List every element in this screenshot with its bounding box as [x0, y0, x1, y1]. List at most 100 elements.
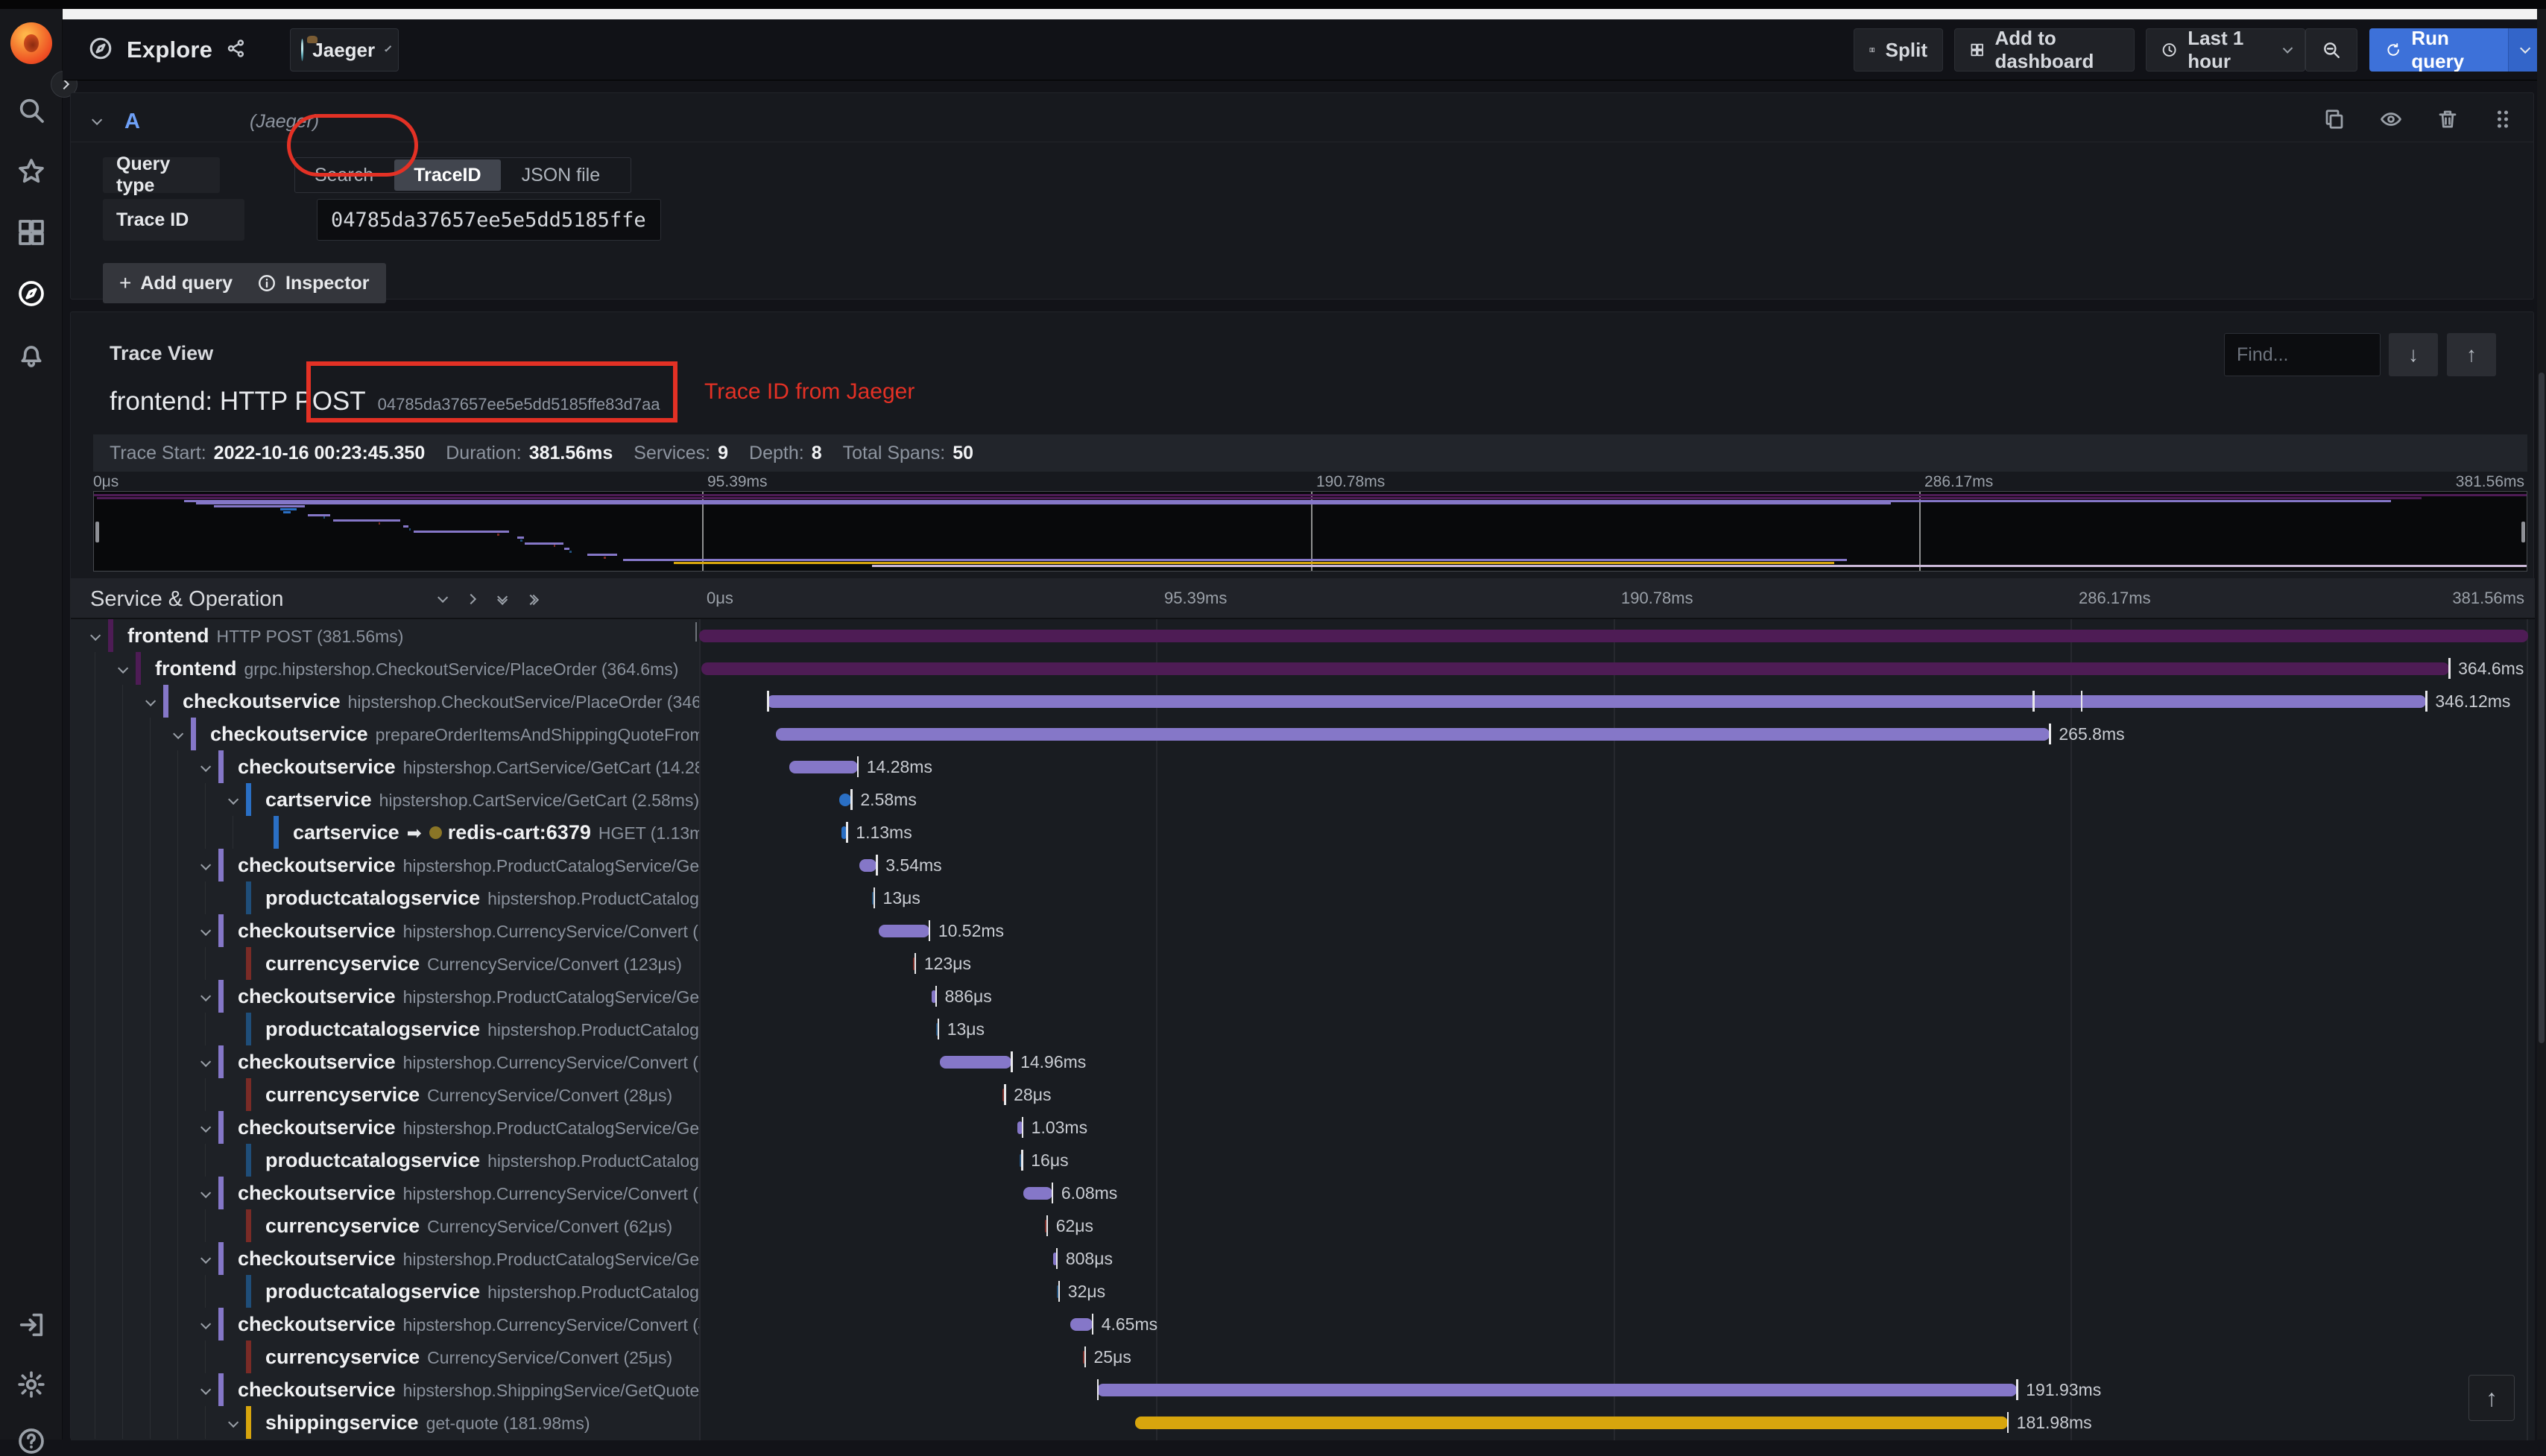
span-row-label[interactable]: checkoutservice hipstershop.ProductCatalo… [71, 1242, 699, 1275]
span-row[interactable]: currencyservice CurrencyService/Convert (… [71, 1209, 2535, 1242]
span-row-label[interactable]: cartservice hipstershop.CartService/GetCa… [71, 783, 699, 816]
page-scrollbar-thumb[interactable] [2539, 373, 2545, 1043]
span-row[interactable]: currencyservice CurrencyService/Convert (… [71, 1341, 2535, 1373]
inspector-button[interactable]: Inspector [241, 263, 386, 303]
span-row-label[interactable]: cartservice➡redis-cart:6379HGET (1.13ms) [71, 816, 699, 849]
collapse-chevron-icon[interactable] [200, 859, 212, 874]
minimap-left-handle[interactable] [95, 522, 99, 542]
span-row[interactable]: checkoutservice hipstershop.CurrencyServi… [71, 1308, 2535, 1341]
grafana-logo-icon[interactable] [10, 22, 52, 64]
query-type-jsonfile[interactable]: JSON file [502, 158, 620, 192]
collapse-chevron-icon[interactable] [228, 794, 239, 808]
collapse-one-icon[interactable] [438, 592, 449, 607]
collapse-chevron-icon[interactable] [200, 1318, 212, 1333]
span-row-label[interactable]: checkoutservice prepareOrderItemsAndShipp… [71, 718, 699, 750]
collapse-chevron-icon[interactable] [145, 695, 157, 710]
explore-compass-icon[interactable] [16, 279, 46, 308]
span-row[interactable]: checkoutservice prepareOrderItemsAndShipp… [71, 718, 2535, 750]
query-row-header[interactable]: A (Jaeger) [71, 99, 2533, 142]
trace-minimap[interactable] [93, 491, 2527, 572]
find-next-button[interactable]: ↓ [2389, 333, 2438, 376]
time-range-picker[interactable]: Last 1 hour [2146, 27, 2305, 72]
search-icon[interactable] [16, 95, 46, 125]
span-row-label[interactable]: checkoutservice hipstershop.ProductCatalo… [71, 849, 699, 881]
span-row-label[interactable]: checkoutservice hipstershop.ProductCatalo… [71, 1111, 699, 1144]
datasource-picker[interactable]: Jaeger [290, 28, 399, 72]
span-row-label[interactable]: productcatalogservice hipstershop.Product… [71, 1144, 699, 1177]
run-query-button[interactable]: Run query [2369, 28, 2539, 72]
drag-handle-icon[interactable] [2493, 108, 2512, 134]
span-bar[interactable] [699, 630, 2528, 642]
collapse-chevron-icon[interactable] [90, 630, 101, 645]
add-query-button[interactable]: + Add query [103, 263, 249, 303]
collapse-query-icon[interactable] [92, 114, 103, 129]
span-row-label[interactable]: frontend HTTP POST (381.56ms) [71, 619, 699, 652]
span-row[interactable]: frontend grpc.hipstershop.CheckoutService… [71, 652, 2535, 685]
sign-in-icon[interactable] [16, 1310, 46, 1340]
span-row-label[interactable]: checkoutservice hipstershop.ShippingServi… [71, 1373, 699, 1406]
span-row[interactable]: checkoutservice hipstershop.ShippingServi… [71, 1373, 2535, 1406]
run-query-dropdown[interactable] [2507, 28, 2539, 72]
span-row[interactable]: checkoutservice hipstershop.CheckoutServi… [71, 685, 2535, 718]
collapse-chevron-icon[interactable] [200, 925, 212, 940]
span-bar[interactable] [767, 695, 2427, 708]
collapse-chevron-icon[interactable] [200, 1187, 212, 1202]
span-row[interactable]: productcatalogservice hipstershop.Product… [71, 1275, 2535, 1308]
span-bar[interactable] [939, 1056, 1012, 1069]
span-row-label[interactable]: currencyservice CurrencyService/Convert (… [71, 1341, 699, 1373]
minimap-right-handle[interactable] [2521, 522, 2525, 542]
delete-query-trash-icon[interactable] [2436, 108, 2459, 134]
span-row[interactable]: checkoutservice hipstershop.CurrencyServi… [71, 1045, 2535, 1078]
span-bar[interactable] [838, 794, 852, 806]
span-row[interactable]: productcatalogservice hipstershop.Product… [71, 1013, 2535, 1045]
scroll-to-top-button[interactable]: ↑ [2468, 1375, 2515, 1421]
span-row[interactable]: cartservice hipstershop.CartService/GetCa… [71, 783, 2535, 816]
span-row[interactable]: currencyservice CurrencyService/Convert (… [71, 1078, 2535, 1111]
share-icon[interactable] [226, 38, 247, 63]
span-bar[interactable] [775, 728, 2050, 741]
span-row-label[interactable]: productcatalogservice hipstershop.Product… [71, 881, 699, 914]
collapse-chevron-icon[interactable] [200, 990, 212, 1005]
span-bar[interactable] [1023, 1187, 1052, 1200]
span-row[interactable]: checkoutservice hipstershop.CurrencyServi… [71, 914, 2535, 947]
dashboards-icon[interactable] [16, 218, 46, 247]
find-input[interactable] [2224, 333, 2381, 376]
span-row[interactable]: checkoutservice hipstershop.ProductCatalo… [71, 849, 2535, 881]
alerting-bell-icon[interactable] [16, 340, 46, 370]
span-bar[interactable] [1135, 1417, 2008, 1429]
collapse-chevron-icon[interactable] [173, 728, 184, 743]
zoom-out-button[interactable] [2305, 28, 2357, 72]
collapse-all-icon[interactable] [497, 591, 508, 605]
span-row[interactable]: checkoutservice hipstershop.CurrencyServi… [71, 1177, 2535, 1209]
span-row-label[interactable]: checkoutservice hipstershop.CurrencyServi… [71, 1177, 699, 1209]
span-row-label[interactable]: shippingservice get-quote (181.98ms) [71, 1406, 699, 1439]
span-row-label[interactable]: productcatalogservice hipstershop.Product… [71, 1275, 699, 1308]
span-row[interactable]: currencyservice CurrencyService/Convert (… [71, 947, 2535, 980]
trace-id-input[interactable] [317, 199, 661, 241]
collapse-chevron-icon[interactable] [200, 1384, 212, 1399]
disable-query-eye-icon[interactable] [2380, 108, 2402, 134]
collapse-chevron-icon[interactable] [200, 761, 212, 776]
span-row[interactable]: cartservice➡redis-cart:6379HGET (1.13ms)… [71, 816, 2535, 849]
add-to-dashboard-button[interactable]: Add to dashboard [1954, 27, 2135, 72]
collapse-chevron-icon[interactable] [200, 1253, 212, 1267]
span-row-label[interactable]: checkoutservice hipstershop.CurrencyServi… [71, 1308, 699, 1341]
collapse-chevron-icon[interactable] [228, 1417, 239, 1431]
span-row-label[interactable]: currencyservice CurrencyService/Convert (… [71, 1078, 699, 1111]
span-bar[interactable] [701, 662, 2450, 675]
span-row-label[interactable]: currencyservice CurrencyService/Convert (… [71, 947, 699, 980]
span-row[interactable]: checkoutservice hipstershop.ProductCatalo… [71, 1242, 2535, 1275]
duplicate-query-icon[interactable] [2323, 108, 2346, 134]
span-row[interactable]: frontend HTTP POST (381.56ms) [71, 619, 2535, 652]
collapse-chevron-icon[interactable] [200, 1056, 212, 1071]
span-row[interactable]: productcatalogservice hipstershop.Product… [71, 1144, 2535, 1177]
span-row[interactable]: checkoutservice hipstershop.ProductCatalo… [71, 1111, 2535, 1144]
span-bar[interactable] [1070, 1318, 1093, 1331]
span-row-label[interactable]: checkoutservice hipstershop.ProductCatalo… [71, 980, 699, 1013]
span-row[interactable]: productcatalogservice hipstershop.Product… [71, 881, 2535, 914]
expand-one-icon[interactable] [465, 593, 477, 607]
span-row-label[interactable]: checkoutservice hipstershop.CurrencyServi… [71, 914, 699, 947]
starred-icon[interactable] [16, 156, 46, 186]
split-button[interactable]: Split [1854, 28, 1943, 72]
span-row[interactable]: shippingservice get-quote (181.98ms) 181.9… [71, 1406, 2535, 1439]
